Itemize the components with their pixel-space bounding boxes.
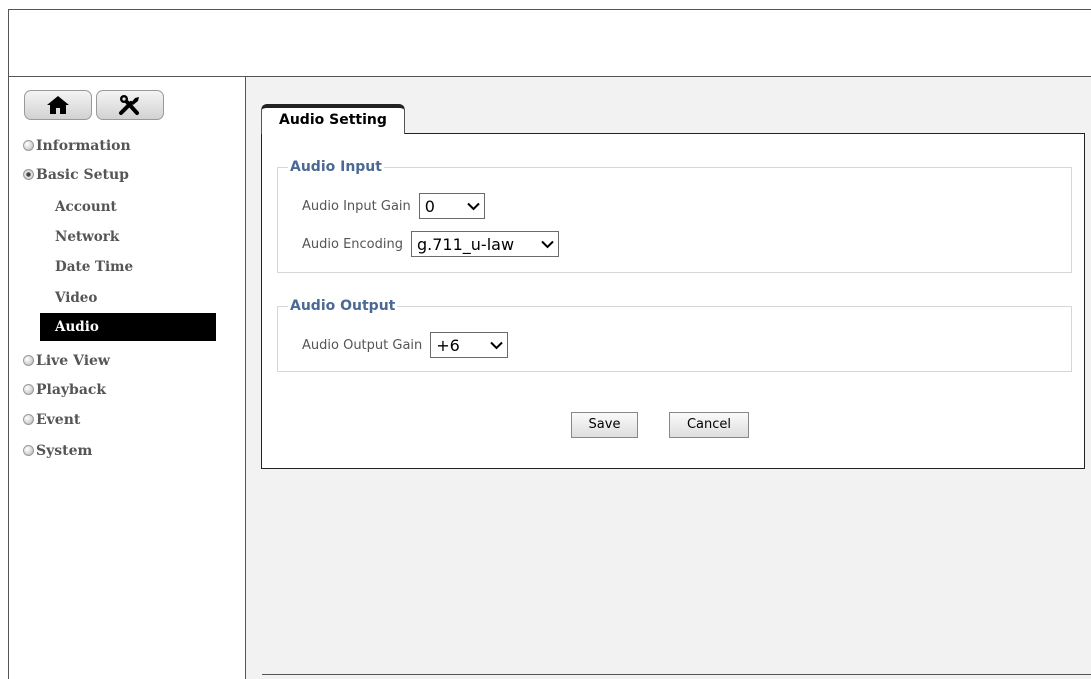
menu-item-label: System (36, 443, 93, 459)
select-value: 0 (424, 196, 435, 216)
audio-output-gain-label: Audio Output Gain (302, 337, 423, 353)
header-band (9, 10, 1091, 77)
chevron-down-icon (541, 240, 554, 248)
audio-output-legend: Audio Output (290, 298, 396, 314)
bullet-icon (23, 384, 34, 395)
bullet-icon (23, 140, 34, 151)
chevron-down-icon (467, 202, 480, 210)
tools-icon (119, 95, 139, 115)
submenu-item-video[interactable]: Video (40, 284, 216, 312)
menu-item-information[interactable]: Information (23, 135, 131, 157)
audio-input-gain-select[interactable]: 0 (418, 193, 485, 219)
menu-item-label: Event (36, 412, 81, 428)
sidebar: Information Basic Setup Account Network … (9, 77, 246, 679)
bottom-divider (262, 674, 1091, 675)
main-content: Audio Setting Audio Input Audio Input Ga… (246, 77, 1091, 679)
bullet-icon (23, 355, 34, 366)
chevron-down-icon (490, 341, 503, 349)
bullet-icon (23, 445, 34, 456)
save-button[interactable]: Save (571, 412, 638, 438)
bullet-icon (23, 414, 34, 425)
menu-item-basic-setup[interactable]: Basic Setup (23, 164, 129, 186)
audio-encoding-label: Audio Encoding (302, 236, 403, 252)
tab-audio-setting[interactable]: Audio Setting (261, 104, 405, 134)
home-icon (47, 96, 69, 114)
menu-item-event[interactable]: Event (23, 409, 80, 431)
menu-item-label: Playback (36, 382, 107, 398)
sidebar-icon-row (24, 90, 164, 120)
audio-setting-panel: Audio Input Audio Input Gain 0 Audio Enc… (261, 133, 1085, 469)
submenu-item-date-time[interactable]: Date Time (40, 253, 216, 281)
select-value: +6 (436, 335, 460, 355)
submenu-item-network[interactable]: Network (40, 223, 216, 251)
audio-input-gain-label: Audio Input Gain (302, 198, 411, 214)
submenu-item-account[interactable]: Account (40, 193, 216, 221)
menu-item-system[interactable]: System (23, 440, 92, 462)
menu-item-label: Information (36, 138, 131, 154)
bullet-open-icon (23, 169, 34, 180)
audio-input-legend: Audio Input (290, 159, 382, 175)
audio-output-gain-row: Audio Output Gain +6 (302, 332, 509, 358)
audio-output-gain-select[interactable]: +6 (430, 332, 509, 358)
audio-input-gain-row: Audio Input Gain 0 (302, 193, 485, 219)
menu-item-playback[interactable]: Playback (23, 379, 106, 401)
menu-item-label: Basic Setup (36, 167, 129, 183)
audio-output-group: Audio Output Audio Output Gain +6 (277, 298, 1072, 372)
cancel-button[interactable]: Cancel (669, 412, 749, 438)
app-frame: Information Basic Setup Account Network … (8, 9, 1091, 679)
submenu-item-audio[interactable]: Audio (40, 313, 216, 341)
home-button[interactable] (24, 90, 92, 120)
audio-input-group: Audio Input Audio Input Gain 0 Audio Enc… (277, 159, 1072, 273)
menu-item-live-view[interactable]: Live View (23, 350, 110, 372)
audio-encoding-select[interactable]: g.711_u-law (411, 231, 559, 257)
select-value: g.711_u-law (417, 234, 515, 254)
audio-encoding-row: Audio Encoding g.711_u-law (302, 231, 559, 257)
menu-item-label: Live View (36, 353, 110, 369)
tools-button[interactable] (96, 90, 164, 120)
